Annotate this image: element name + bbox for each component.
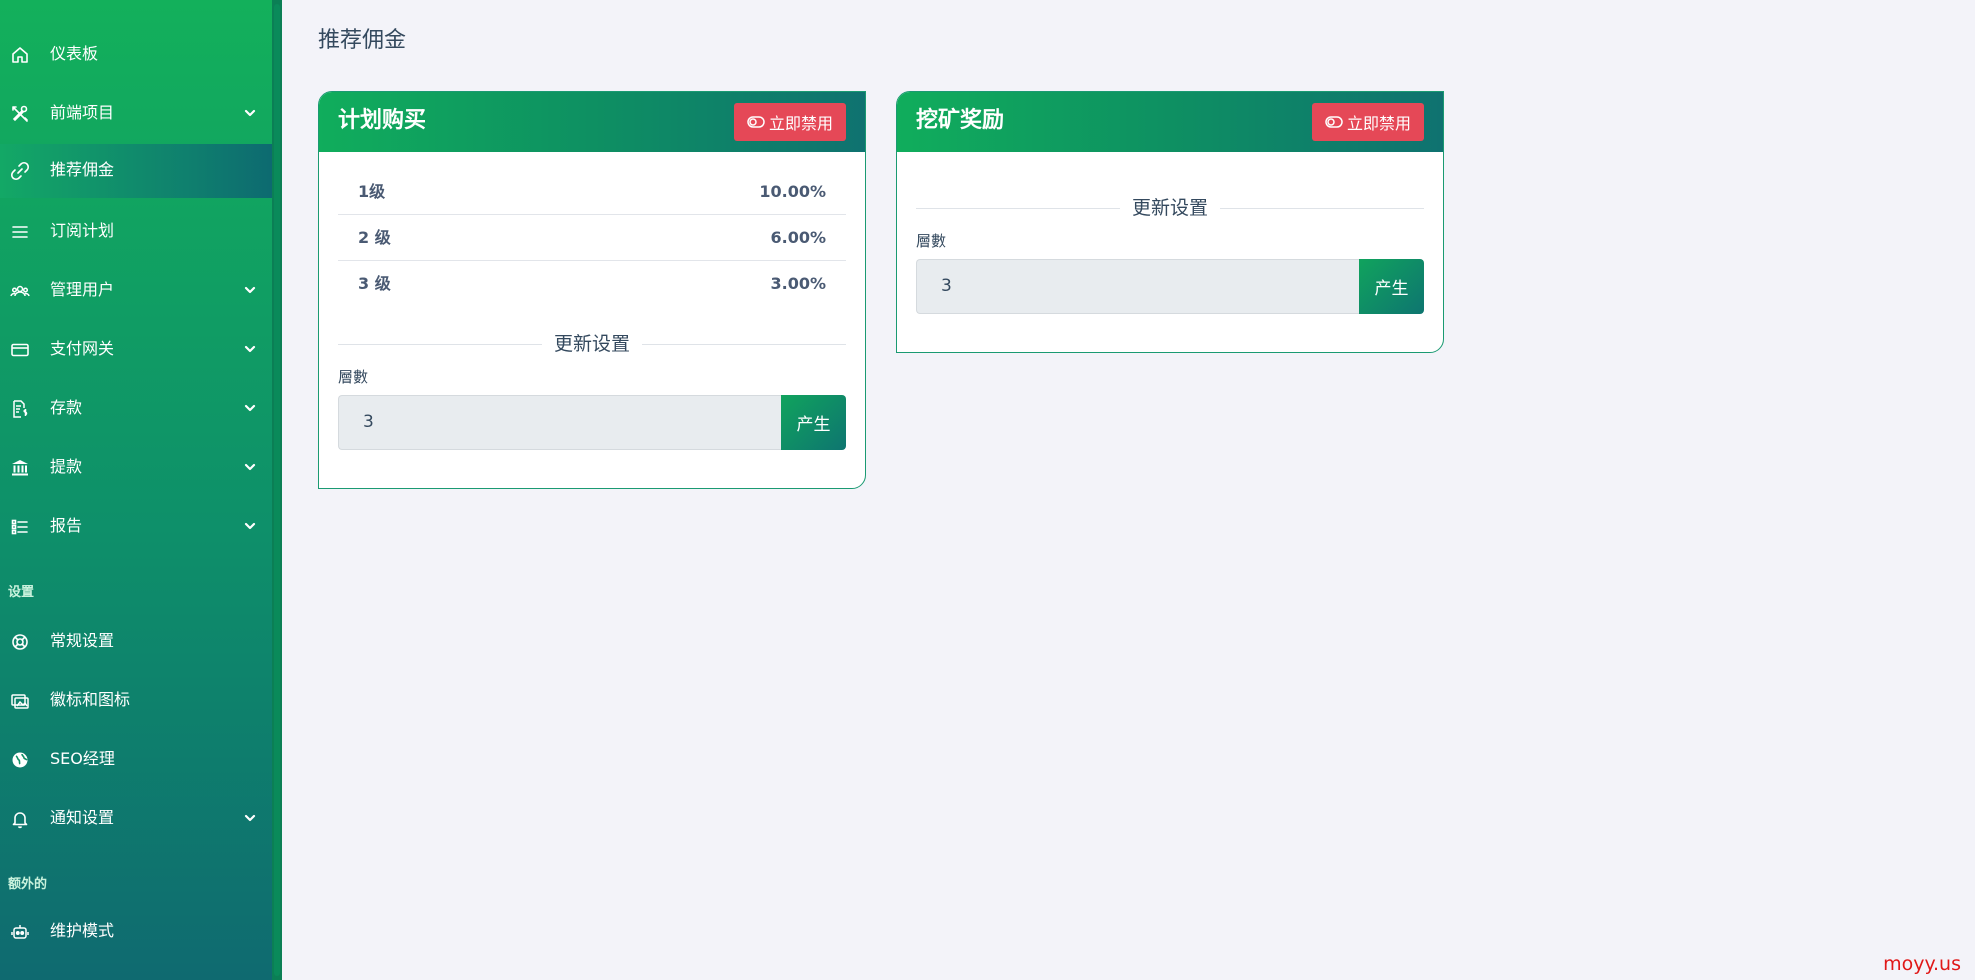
generate-button[interactable]: 产生 bbox=[781, 395, 846, 450]
sidebar-item-general-settings[interactable]: 常规设置 bbox=[0, 613, 272, 669]
levels-input[interactable]: 3 bbox=[916, 259, 1359, 314]
mining-reward-card: 挖矿奖励 立即禁用 更新设置 層數 3 产生 bbox=[896, 91, 1444, 353]
update-settings-text: 更新设置 bbox=[541, 333, 642, 355]
tools-icon bbox=[10, 104, 30, 124]
images-icon bbox=[10, 691, 30, 711]
page-title: 推荐佣金 bbox=[318, 28, 407, 53]
levels-field-label: 層數 bbox=[916, 232, 947, 250]
sidebar-item-referral[interactable]: 推荐佣金 bbox=[0, 144, 272, 198]
chevron-down-icon bbox=[242, 282, 258, 298]
plan-purchase-card: 计划购买 立即禁用 1级 10.00% 2 级 6.00% 3 级 3.00% … bbox=[318, 91, 866, 489]
update-settings-heading: 更新设置 bbox=[916, 196, 1424, 220]
chevron-down-icon bbox=[242, 400, 258, 416]
generate-button[interactable]: 产生 bbox=[1359, 259, 1424, 314]
settings-icon bbox=[10, 632, 30, 652]
level-value: 6.00% bbox=[770, 228, 826, 247]
watermark: moyy.us bbox=[1883, 953, 1961, 975]
level-value: 3.00% bbox=[770, 274, 826, 293]
level-name: 3 级 bbox=[358, 274, 391, 293]
sidebar-item-subscription[interactable]: 订阅计划 bbox=[0, 203, 272, 259]
sidebar-item-label: 维护模式 bbox=[50, 921, 115, 940]
chevron-down-icon bbox=[242, 459, 258, 475]
sidebar-item-label: 通知设置 bbox=[50, 808, 115, 827]
robot-icon bbox=[10, 922, 30, 942]
chevron-down-icon bbox=[242, 810, 258, 826]
card-header: 挖矿奖励 立即禁用 bbox=[897, 92, 1443, 152]
sidebar-item-users[interactable]: 管理用户 bbox=[0, 262, 272, 318]
sidebar-section-extra: 额外的 bbox=[8, 877, 48, 892]
levels-input-group: 3 产生 bbox=[338, 395, 846, 450]
sidebar-item-label: 存款 bbox=[50, 398, 83, 417]
sidebar-item-deposit[interactable]: 存款 bbox=[0, 380, 272, 436]
sidebar-item-logo-icons[interactable]: 徽标和图标 bbox=[0, 672, 272, 728]
sidebar-item-report[interactable]: 报告 bbox=[0, 498, 272, 554]
toggle-icon bbox=[747, 116, 765, 128]
update-settings-divider: 更新设置 bbox=[338, 332, 846, 356]
disable-now-label: 立即禁用 bbox=[1346, 114, 1411, 133]
link-icon bbox=[10, 161, 30, 181]
update-settings-heading: 更新设置 bbox=[338, 332, 846, 356]
sidebar-item-withdraw[interactable]: 提款 bbox=[0, 439, 272, 495]
report-icon bbox=[10, 517, 30, 537]
chevron-down-icon bbox=[242, 341, 258, 357]
disable-now-label: 立即禁用 bbox=[768, 114, 833, 133]
level-name: 2 级 bbox=[358, 228, 391, 247]
list-item: 3 级 3.00% bbox=[338, 261, 846, 307]
sidebar-item-label: 常规设置 bbox=[50, 631, 115, 650]
disable-now-button[interactable]: 立即禁用 bbox=[1312, 103, 1424, 141]
levels-input-group: 3 产生 bbox=[916, 259, 1424, 314]
sidebar-scrollbar[interactable] bbox=[272, 0, 282, 980]
level-value: 10.00% bbox=[759, 182, 826, 201]
card-icon bbox=[10, 340, 30, 360]
deposit-icon bbox=[10, 399, 30, 419]
sidebar-section-settings: 设置 bbox=[8, 585, 35, 600]
bank-icon bbox=[10, 458, 30, 478]
card-header: 计划购买 立即禁用 bbox=[319, 92, 865, 152]
bell-icon bbox=[10, 809, 30, 829]
sidebar-item-label: SEO经理 bbox=[50, 749, 115, 768]
globe-icon bbox=[10, 750, 30, 770]
sidebar-item-payment-gateway[interactable]: 支付网关 bbox=[0, 321, 272, 377]
update-settings-divider: 更新设置 bbox=[916, 196, 1424, 220]
chevron-down-icon bbox=[242, 105, 258, 121]
list-item: 1级 10.00% bbox=[338, 169, 846, 215]
sidebar-item-label: 报告 bbox=[50, 516, 83, 535]
home-icon bbox=[10, 45, 30, 65]
sidebar-item-label: 仪表板 bbox=[50, 44, 99, 63]
list-icon bbox=[10, 222, 30, 242]
levels-field-label: 層數 bbox=[338, 368, 369, 386]
card-title: 挖矿奖励 bbox=[916, 108, 1005, 133]
sidebar-scrollbar-thumb[interactable] bbox=[274, 4, 280, 976]
disable-now-button[interactable]: 立即禁用 bbox=[734, 103, 846, 141]
sidebar: 仪表板 前端项目 推荐佣金 订阅计划 管理用户 支付网关 存款 提款 报告 设置… bbox=[0, 0, 282, 980]
sidebar-item-maintenance-mode[interactable]: 维护模式 bbox=[0, 903, 272, 959]
sidebar-item-frontend[interactable]: 前端项目 bbox=[0, 85, 272, 141]
sidebar-item-label: 管理用户 bbox=[50, 280, 115, 299]
chevron-down-icon bbox=[242, 518, 258, 534]
sidebar-item-label: 订阅计划 bbox=[50, 221, 115, 240]
commission-level-list: 1级 10.00% 2 级 6.00% 3 级 3.00% bbox=[338, 169, 846, 307]
toggle-icon bbox=[1325, 116, 1343, 128]
sidebar-item-label: 支付网关 bbox=[50, 339, 115, 358]
sidebar-menu: 仪表板 前端项目 推荐佣金 订阅计划 管理用户 支付网关 存款 提款 报告 设置… bbox=[0, 0, 272, 980]
sidebar-item-label: 前端项目 bbox=[50, 103, 115, 122]
list-item: 2 级 6.00% bbox=[338, 215, 846, 261]
sidebar-item-dashboard[interactable]: 仪表板 bbox=[0, 26, 272, 82]
level-name: 1级 bbox=[358, 182, 386, 201]
sidebar-item-label: 提款 bbox=[50, 457, 83, 476]
users-icon bbox=[10, 281, 30, 301]
sidebar-item-label: 徽标和图标 bbox=[50, 690, 131, 709]
card-title: 计划购买 bbox=[338, 108, 427, 133]
sidebar-item-seo-manager[interactable]: SEO经理 bbox=[0, 731, 272, 787]
levels-input[interactable]: 3 bbox=[338, 395, 781, 450]
sidebar-item-notification-settings[interactable]: 通知设置 bbox=[0, 790, 272, 846]
update-settings-text: 更新设置 bbox=[1119, 197, 1220, 219]
sidebar-item-label: 推荐佣金 bbox=[50, 160, 115, 179]
